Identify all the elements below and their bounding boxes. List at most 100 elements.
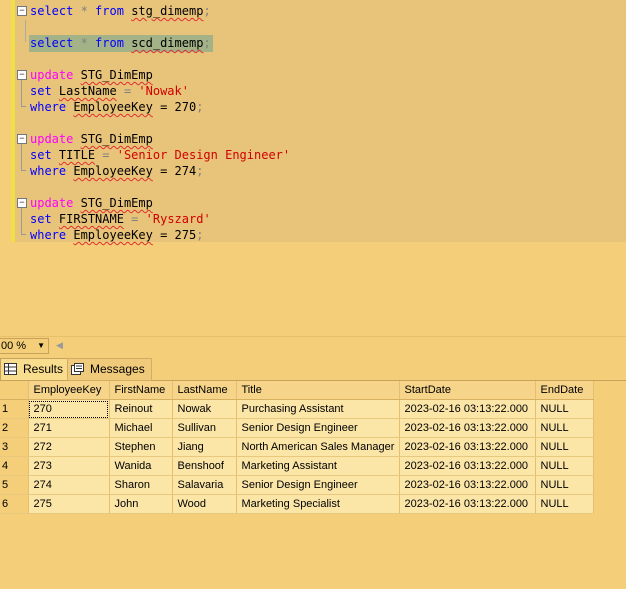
- grid-cell[interactable]: Salavaria: [172, 475, 237, 495]
- row-number[interactable]: 3: [0, 437, 29, 457]
- column-header[interactable]: EmployeeKey: [28, 381, 110, 400]
- code-token: 'Senior Design Engineer': [116, 148, 291, 162]
- row-number[interactable]: 1: [0, 399, 29, 419]
- code-line[interactable]: select * from stg_dimemp;: [30, 3, 211, 19]
- query-editor[interactable]: − − − − select * from stg_dimemp;select …: [0, 0, 626, 336]
- code-line[interactable]: update STG_DimEmp: [30, 131, 153, 147]
- code-line[interactable]: where EmployeeKey = 270;: [30, 99, 203, 115]
- grid-cell[interactable]: Marketing Assistant: [236, 456, 400, 476]
- grid-cell[interactable]: 2023-02-16 03:13:22.000: [399, 475, 536, 495]
- grid-cell[interactable]: Nowak: [172, 399, 237, 419]
- grid-cell[interactable]: Senior Design Engineer: [236, 418, 400, 438]
- table-row[interactable]: 1 270 Reinout Nowak Purchasing Assistant 2023…: [0, 399, 594, 419]
- row-number[interactable]: 6: [0, 494, 29, 514]
- code-line[interactable]: where EmployeeKey = 275;: [30, 227, 203, 243]
- tab-results[interactable]: Results: [0, 358, 71, 380]
- code-token: = 270: [152, 100, 197, 114]
- grid-cell[interactable]: Purchasing Assistant: [236, 399, 400, 419]
- grid-cell[interactable]: 2023-02-16 03:13:22.000: [399, 418, 536, 438]
- code-token: select: [30, 36, 74, 50]
- row-number[interactable]: 4: [0, 456, 29, 476]
- grid-cell[interactable]: Stephen: [109, 437, 173, 457]
- grid-cell[interactable]: 270: [28, 399, 110, 419]
- row-number[interactable]: 2: [0, 418, 29, 438]
- grid-cell[interactable]: Wood: [172, 494, 237, 514]
- column-header[interactable]: Title: [236, 381, 400, 400]
- grid-cell[interactable]: Benshoof: [172, 456, 237, 476]
- code-token: TITLE: [58, 148, 96, 162]
- code-line[interactable]: set LastName = 'Nowak': [30, 83, 189, 99]
- column-header[interactable]: EndDate: [535, 381, 594, 400]
- code-token: ;: [196, 100, 204, 114]
- grid-cell[interactable]: John: [109, 494, 173, 514]
- grid-cell[interactable]: 271: [28, 418, 110, 438]
- grid-cell[interactable]: 2023-02-16 03:13:22.000: [399, 437, 536, 457]
- code-token: 'Nowak': [138, 84, 189, 98]
- grid-cell[interactable]: NULL: [535, 456, 594, 476]
- code-token: *: [73, 36, 96, 50]
- code-token: FIRSTNAME: [58, 212, 124, 226]
- table-row[interactable]: 3 272 Stephen Jiang North American Sales Man…: [0, 437, 594, 457]
- table-row[interactable]: 4 273 Wanida Benshoof Marketing Assistant 202…: [0, 456, 594, 476]
- code-line[interactable]: set TITLE = 'Senior Design Engineer': [30, 147, 290, 163]
- code-line[interactable]: set FIRSTNAME = 'Ryszard': [30, 211, 211, 227]
- code-token: EmployeeKey: [73, 100, 153, 114]
- table-row[interactable]: 5 274 Sharon Salavaria Senior Design Enginee…: [0, 475, 594, 495]
- code-token: set: [30, 84, 52, 98]
- grid-cell[interactable]: Wanida: [109, 456, 173, 476]
- grid-cell[interactable]: Marketing Specialist: [236, 494, 400, 514]
- grid-cell[interactable]: Jiang: [172, 437, 237, 457]
- grid-cell[interactable]: Sharon: [109, 475, 173, 495]
- grid-cell[interactable]: 273: [28, 456, 110, 476]
- grid-cell[interactable]: Senior Design Engineer: [236, 475, 400, 495]
- code-token: stg_dimemp: [131, 4, 204, 18]
- fold-toggle-icon[interactable]: −: [17, 70, 27, 80]
- tab-results-label: Results: [23, 362, 64, 376]
- grid-cell[interactable]: 272: [28, 437, 110, 457]
- grid-cell[interactable]: 2023-02-16 03:13:22.000: [399, 456, 536, 476]
- code-token: =: [123, 212, 146, 226]
- row-number[interactable]: 5: [0, 475, 29, 495]
- fold-toggle-icon[interactable]: −: [17, 6, 27, 16]
- code-line[interactable]: select * from scd_dimemp;: [30, 35, 211, 51]
- grid-cell[interactable]: 275: [28, 494, 110, 514]
- code-token: ;: [196, 228, 204, 242]
- grid-cell[interactable]: Michael: [109, 418, 173, 438]
- zoom-dropdown[interactable]: 00 % ▼: [0, 338, 49, 354]
- grid-cell[interactable]: NULL: [535, 418, 594, 438]
- grid-corner[interactable]: [0, 381, 29, 400]
- scroll-left-icon[interactable]: ◀: [56, 340, 63, 351]
- code-token: = 274: [152, 164, 197, 178]
- grid-cell[interactable]: NULL: [535, 399, 594, 419]
- column-header[interactable]: LastName: [172, 381, 237, 400]
- grid-cell[interactable]: NULL: [535, 475, 594, 495]
- code-token: where: [30, 164, 67, 178]
- table-row[interactable]: 6 275 John Wood Marketing Specialist 2023-02-…: [0, 494, 594, 514]
- column-header[interactable]: StartDate: [399, 381, 536, 400]
- results-grid[interactable]: EmployeeKey FirstName LastName Title StartDa…: [0, 381, 594, 514]
- fold-guide: [21, 144, 22, 170]
- fold-guide: [21, 80, 22, 106]
- fold-toggle-icon[interactable]: −: [17, 134, 27, 144]
- grid-cell[interactable]: 2023-02-16 03:13:22.000: [399, 494, 536, 514]
- grid-cell[interactable]: Reinout: [109, 399, 173, 419]
- grid-cell[interactable]: Sullivan: [172, 418, 237, 438]
- fold-guide-end: [21, 106, 26, 107]
- grid-cell[interactable]: NULL: [535, 494, 594, 514]
- code-token: 'Ryszard': [145, 212, 211, 226]
- tab-messages[interactable]: Messages: [67, 358, 152, 381]
- grid-cell[interactable]: NULL: [535, 437, 594, 457]
- code-line[interactable]: update STG_DimEmp: [30, 67, 153, 83]
- grid-cell[interactable]: 2023-02-16 03:13:22.000: [399, 399, 536, 419]
- column-header[interactable]: FirstName: [109, 381, 173, 400]
- fold-toggle-icon[interactable]: −: [17, 198, 27, 208]
- code-line[interactable]: where EmployeeKey = 274;: [30, 163, 203, 179]
- table-row[interactable]: 2 271 Michael Sullivan Senior Design Enginee…: [0, 418, 594, 438]
- grid-cell[interactable]: North American Sales Manager: [236, 437, 400, 457]
- code-line[interactable]: update STG_DimEmp: [30, 195, 153, 211]
- grid-cell[interactable]: 274: [28, 475, 110, 495]
